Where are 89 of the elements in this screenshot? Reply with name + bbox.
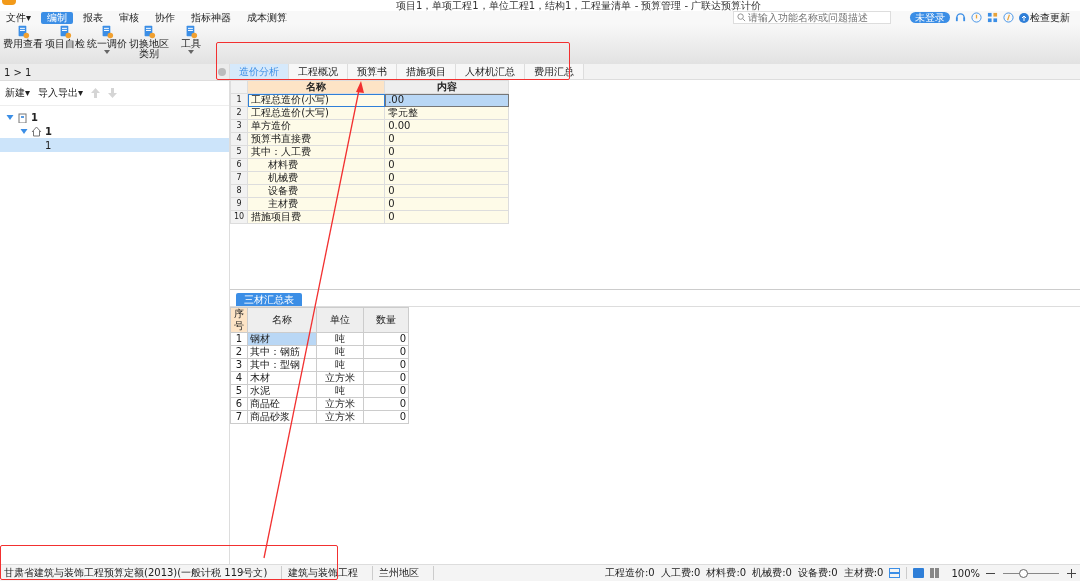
- status-total: 工程造价:0: [605, 566, 655, 580]
- table-cell[interactable]: 0: [363, 384, 409, 398]
- menu-tab[interactable]: 文件▾: [0, 11, 38, 24]
- info-icon[interactable]: [1003, 12, 1014, 23]
- column-header: 名称: [247, 80, 385, 94]
- table-cell[interactable]: 吨: [316, 332, 364, 346]
- tree-item[interactable]: 1: [0, 138, 229, 152]
- row-number: 4: [230, 132, 248, 146]
- table-cell[interactable]: 0: [363, 345, 409, 359]
- status-text: 兰州地区: [379, 566, 435, 580]
- table-cell[interactable]: 商品砼: [247, 397, 317, 411]
- window-title: 项目1，单项工程1，单位工程1，结构1，工程量清单 - 预算管理 - 广联达预算计价: [396, 0, 762, 11]
- table-cell[interactable]: 其中：钢筋: [247, 345, 317, 359]
- help-icon[interactable]: [971, 12, 982, 23]
- toolbar-menu[interactable]: 导入导出▾: [38, 86, 84, 100]
- column-header: 单位: [316, 307, 364, 333]
- status-total: 机械费:0: [752, 566, 792, 580]
- row-number: 8: [230, 184, 248, 198]
- document-icon: [184, 25, 198, 39]
- table-cell[interactable]: 吨: [316, 358, 364, 372]
- menu-tab[interactable]: 审核: [113, 11, 146, 24]
- column-header: 数量: [363, 307, 409, 333]
- app-logo-icon: [2, 0, 16, 5]
- house-icon: [31, 125, 42, 137]
- table-cell[interactable]: 木材: [247, 371, 317, 385]
- menu-tab[interactable]: 成本测算: [241, 11, 294, 24]
- table-cell[interactable]: 其中：型钢: [247, 358, 317, 372]
- ribbon-button[interactable]: 统一调价: [86, 24, 128, 55]
- tab[interactable]: 人材机汇总: [456, 64, 525, 79]
- table-cell[interactable]: 水泥: [247, 384, 317, 398]
- column-header: 序号: [230, 307, 248, 333]
- row-number: 5: [230, 384, 248, 398]
- tab[interactable]: 预算书: [348, 64, 397, 79]
- table-cell[interactable]: 0: [363, 371, 409, 385]
- status-total: 主材费:0: [843, 566, 884, 580]
- status-total: 人工费:0: [660, 566, 701, 580]
- grid-apps-icon[interactable]: [987, 12, 998, 23]
- status-total: 设备费:0: [797, 566, 838, 580]
- table-cell[interactable]: 0: [363, 358, 409, 372]
- row-number: 2: [230, 106, 248, 120]
- status-total: 材料费:0: [706, 566, 747, 580]
- column-header: 名称: [247, 307, 317, 333]
- row-number: 6: [230, 397, 248, 411]
- table-cell[interactable]: 立方米: [316, 410, 364, 424]
- breadcrumb: 1 > 1: [4, 66, 32, 78]
- table-cell[interactable]: 吨: [316, 384, 364, 398]
- status-text: 甘肃省建筑与装饰工程预算定额(2013)(一般计税 119号文): [4, 566, 283, 580]
- table-cell[interactable]: 0: [363, 397, 409, 411]
- tab[interactable]: 工程概况: [289, 64, 348, 79]
- search-icon: [737, 13, 746, 22]
- toolbar-menu[interactable]: 新建▾: [5, 86, 31, 100]
- table-cell[interactable]: 立方米: [316, 371, 364, 385]
- ribbon-button[interactable]: 项目自检: [44, 24, 86, 50]
- ribbon-button[interactable]: 工具: [170, 24, 212, 55]
- tree-item[interactable]: 1: [0, 124, 229, 138]
- document-icon: [58, 25, 72, 39]
- row-number: 2: [230, 345, 248, 359]
- document-icon: [16, 25, 30, 39]
- headset-icon[interactable]: [955, 12, 966, 23]
- tab[interactable]: 措施项目: [397, 64, 456, 79]
- layout-icon[interactable]: [889, 568, 901, 578]
- ribbon-button[interactable]: 费用查看: [2, 24, 44, 50]
- table-cell[interactable]: 吨: [316, 345, 364, 359]
- table-cell[interactable]: 立方米: [316, 397, 364, 411]
- menu-tab[interactable]: 指标神器: [185, 11, 238, 24]
- ribbon-button[interactable]: 切换地区类别: [128, 24, 170, 60]
- menu-tab[interactable]: 协作: [149, 11, 182, 24]
- table-cell[interactable]: 0: [363, 332, 409, 346]
- menu-tab[interactable]: 报表: [77, 11, 110, 24]
- close-icon[interactable]: [218, 68, 226, 76]
- table-cell[interactable]: 商品砂浆: [247, 410, 317, 424]
- row-number: 3: [230, 358, 248, 372]
- search-field[interactable]: 请输入功能名称或问题描述: [733, 11, 891, 24]
- slider-thumb[interactable]: [1018, 568, 1028, 578]
- column-header: 内容: [384, 80, 509, 94]
- zoom-level: 100%: [951, 567, 980, 579]
- tree-item[interactable]: 1: [0, 110, 229, 124]
- layout-icon[interactable]: [913, 568, 925, 578]
- table-cell[interactable]: 0: [363, 410, 409, 424]
- update-button[interactable]: 检查更新: [1019, 10, 1070, 25]
- row-number: 7: [230, 410, 248, 424]
- document-icon: [100, 25, 114, 39]
- zoom-in-icon[interactable]: [1067, 568, 1076, 578]
- row-number: 1: [230, 332, 248, 346]
- document-icon: [142, 25, 156, 39]
- building-icon: [17, 111, 28, 123]
- row-number: 6: [230, 158, 248, 172]
- layout-icon[interactable]: [930, 568, 940, 578]
- row-number: 4: [230, 371, 248, 385]
